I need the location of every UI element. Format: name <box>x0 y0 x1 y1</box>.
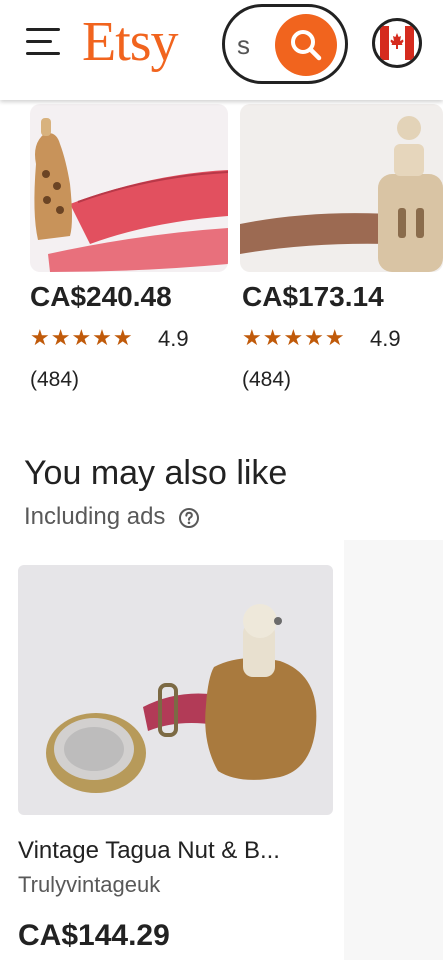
section-title: You may also like <box>24 454 288 492</box>
listing-image[interactable] <box>240 104 443 272</box>
listing-image[interactable] <box>30 104 228 272</box>
ads-disclosure: Including ads <box>24 502 200 532</box>
region-flag-button[interactable] <box>372 18 422 68</box>
ads-disclosure-label: Including ads <box>24 503 166 530</box>
search-input[interactable] <box>237 27 277 63</box>
menu-icon[interactable] <box>26 28 60 56</box>
rating-value: 4.9 <box>158 326 189 351</box>
product-price: CA$144.29 <box>18 919 170 952</box>
tape-measure-image <box>30 104 228 272</box>
barrel-tape-image <box>240 104 443 272</box>
shop-name[interactable]: Trulyvintageuk <box>18 871 160 899</box>
star-rating-icon: ★★★★★ <box>30 325 134 350</box>
review-count: (484) <box>30 368 80 391</box>
review-count: (484) <box>242 368 292 391</box>
listing-price: CA$240.48 <box>30 281 172 312</box>
listing-price: CA$173.14 <box>242 281 384 312</box>
search-bar[interactable] <box>222 4 348 84</box>
rating-value: 4.9 <box>370 326 401 351</box>
next-card-placeholder <box>344 540 443 960</box>
help-icon[interactable] <box>178 507 200 529</box>
search-icon <box>291 30 322 61</box>
top-header: Etsy <box>0 0 443 100</box>
tagua-nut-barrel-image <box>18 565 333 815</box>
star-rating-icon: ★★★★★ <box>242 325 346 350</box>
search-button[interactable] <box>275 14 337 76</box>
recommended-listing-image[interactable] <box>18 565 333 815</box>
etsy-logo[interactable]: Etsy <box>82 10 179 74</box>
canada-flag-icon <box>380 26 414 60</box>
product-title[interactable]: Vintage Tagua Nut & B... <box>18 836 280 866</box>
